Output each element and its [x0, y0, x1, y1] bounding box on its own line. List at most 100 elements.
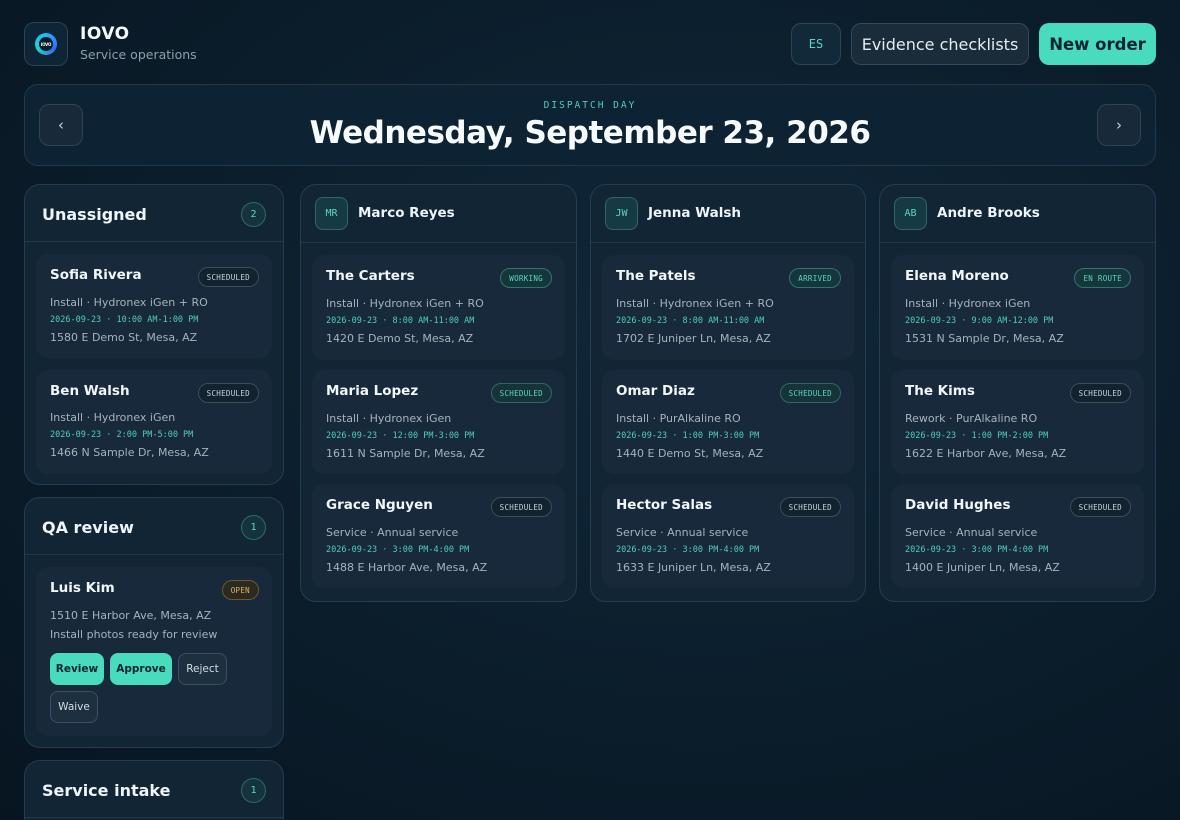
status-badge: SCHEDULED — [197, 267, 259, 287]
address: 1510 E Harbor Ave, Mesa, AZ — [50, 609, 212, 622]
customer-name: Grace Nguyen — [326, 497, 433, 513]
panel-header: QA review 1 — [25, 498, 283, 555]
customer-name: The Carters — [326, 268, 415, 284]
dispatch-day-banner: ‹ DISPATCH DAY Wednesday, September 23, … — [24, 84, 1156, 166]
status-badge: SCHEDULED — [1069, 497, 1131, 517]
address: 1531 N Sample Dr, Mesa, AZ — [905, 332, 1064, 345]
address: 1466 N Sample Dr, Mesa, AZ — [50, 446, 209, 459]
service-type: Install · Hydronex iGen — [50, 411, 176, 424]
service-intake-panel: Service intake 1 — [24, 760, 284, 820]
technician-name: Jenna Walsh — [648, 205, 742, 221]
job-card[interactable]: Omar Diaz SCHEDULED Install · PurAlkalin… — [602, 370, 854, 474]
brand-name: IOVO — [80, 24, 130, 44]
job-card[interactable]: David Hughes SCHEDULED Service · Annual … — [891, 484, 1144, 588]
service-type: Service · Annual service — [616, 526, 749, 539]
avatar: JW — [605, 197, 638, 230]
reject-button[interactable]: Reject — [178, 653, 227, 685]
job-card[interactable]: Maria Lopez SCHEDULED Install · Hydronex… — [312, 370, 565, 474]
language-button[interactable]: ES — [791, 23, 841, 65]
time-window: 2026-09-23 · 2:00 PM-5:00 PM — [50, 430, 194, 440]
unassigned-panel: Unassigned 2 Sofia Rivera SCHEDULED Inst… — [24, 184, 284, 485]
status-badge: SCHEDULED — [490, 497, 552, 517]
customer-name: Hector Salas — [616, 497, 713, 513]
service-type: Install · Hydronex iGen + RO — [50, 296, 208, 309]
job-card[interactable]: Sofia Rivera SCHEDULED Install · Hydrone… — [36, 254, 272, 358]
address: 1633 E Juniper Ln, Mesa, AZ — [616, 561, 771, 574]
customer-name: The Patels — [616, 268, 696, 284]
status-badge: SCHEDULED — [490, 383, 552, 403]
address: 1440 E Demo St, Mesa, AZ — [616, 447, 764, 460]
waive-button[interactable]: Waive — [50, 691, 98, 723]
next-day-button[interactable]: › — [1097, 104, 1141, 146]
app-header: IOVO IOVO Service operations ES Evidence… — [24, 22, 1156, 66]
avatar: MR — [315, 197, 348, 230]
service-type: Rework · PurAlkaline RO — [905, 412, 1038, 425]
address: 1702 E Juniper Ln, Mesa, AZ — [616, 332, 771, 345]
customer-name: The Kims — [905, 383, 975, 399]
new-order-button[interactable]: New order — [1039, 23, 1156, 65]
service-type: Service · Annual service — [326, 526, 459, 539]
service-type: Service · Annual service — [905, 526, 1038, 539]
customer-name: Omar Diaz — [616, 383, 695, 399]
time-window: 2026-09-23 · 1:00 PM-3:00 PM — [616, 431, 760, 441]
logo-text: IOVO — [39, 37, 53, 51]
status-badge: SCHEDULED — [1069, 383, 1131, 403]
job-card[interactable]: The Carters WORKING Install · Hydronex i… — [312, 255, 565, 360]
qa-review-panel: QA review 1 Luis Kim OPEN 1510 E Harbor … — [24, 497, 284, 748]
customer-name: Sofia Rivera — [50, 267, 142, 283]
time-window: 2026-09-23 · 1:00 PM-2:00 PM — [905, 431, 1049, 441]
time-window: 2026-09-23 · 10:00 AM-1:00 PM — [50, 315, 199, 325]
technician-name: Andre Brooks — [937, 205, 1040, 221]
job-card[interactable]: Grace Nguyen SCHEDULED Service · Annual … — [312, 484, 565, 588]
panel-header: Unassigned 2 — [25, 185, 283, 242]
service-type: Install · Hydronex iGen — [326, 412, 452, 425]
customer-name: Elena Moreno — [905, 268, 1009, 284]
time-window: 2026-09-23 · 12:00 PM-3:00 PM — [326, 431, 475, 441]
customer-name: Luis Kim — [50, 580, 115, 596]
job-card[interactable]: Elena Moreno EN ROUTE Install · Hydronex… — [891, 255, 1144, 360]
status-badge: SCHEDULED — [779, 383, 841, 403]
status-badge: EN ROUTE — [1074, 268, 1131, 288]
time-window: 2026-09-23 · 3:00 PM-4:00 PM — [326, 545, 470, 555]
count-badge: 1 — [241, 778, 266, 803]
approve-button[interactable]: Approve — [110, 653, 172, 685]
status-badge: WORKING — [500, 268, 552, 288]
count-badge: 1 — [241, 515, 266, 540]
technician-column: MR Marco Reyes The Carters WORKING Insta… — [300, 184, 577, 602]
qa-card[interactable]: Luis Kim OPEN 1510 E Harbor Ave, Mesa, A… — [36, 567, 272, 736]
status-badge: ARRIVED — [789, 268, 841, 288]
address: 1400 E Juniper Ln, Mesa, AZ — [905, 561, 1060, 574]
job-card[interactable]: The Patels ARRIVED Install · Hydronex iG… — [602, 255, 854, 360]
panel-title: QA review — [42, 518, 134, 537]
chevron-right-icon: › — [1116, 116, 1122, 134]
customer-name: Maria Lopez — [326, 383, 419, 399]
job-card[interactable]: Ben Walsh SCHEDULED Install · Hydronex i… — [36, 370, 272, 474]
time-window: 2026-09-23 · 3:00 PM-4:00 PM — [905, 545, 1049, 555]
customer-name: Ben Walsh — [50, 383, 130, 399]
customer-name: David Hughes — [905, 497, 1011, 513]
address: 1488 E Harbor Ave, Mesa, AZ — [326, 561, 488, 574]
technician-column: AB Andre Brooks Elena Moreno EN ROUTE In… — [879, 184, 1156, 602]
address: 1611 N Sample Dr, Mesa, AZ — [326, 447, 485, 460]
review-button[interactable]: Review — [50, 653, 104, 685]
logo-mark-icon: IOVO — [35, 33, 57, 55]
service-type: Install · PurAlkaline RO — [616, 412, 741, 425]
service-type: Install · Hydronex iGen + RO — [616, 297, 774, 310]
status-badge: SCHEDULED — [779, 497, 841, 517]
dispatch-date-title: Wednesday, September 23, 2026 — [309, 115, 871, 151]
address: 1622 E Harbor Ave, Mesa, AZ — [905, 447, 1067, 460]
panel-title: Service intake — [42, 781, 171, 800]
evidence-checklists-button[interactable]: Evidence checklists — [851, 23, 1029, 65]
status-badge: SCHEDULED — [197, 383, 259, 403]
job-card[interactable]: The Kims SCHEDULED Rework · PurAlkaline … — [891, 370, 1144, 474]
service-type: Install · Hydronex iGen + RO — [326, 297, 484, 310]
brand: IOVO Service operations — [80, 24, 197, 62]
avatar: AB — [894, 197, 927, 230]
brand-subtitle: Service operations — [80, 47, 197, 62]
technician-name: Marco Reyes — [358, 205, 455, 221]
address: 1420 E Demo St, Mesa, AZ — [326, 332, 474, 345]
logo: IOVO — [24, 22, 68, 66]
panel-title: Unassigned — [42, 205, 147, 224]
time-window: 2026-09-23 · 3:00 PM-4:00 PM — [616, 545, 760, 555]
job-card[interactable]: Hector Salas SCHEDULED Service · Annual … — [602, 484, 854, 588]
